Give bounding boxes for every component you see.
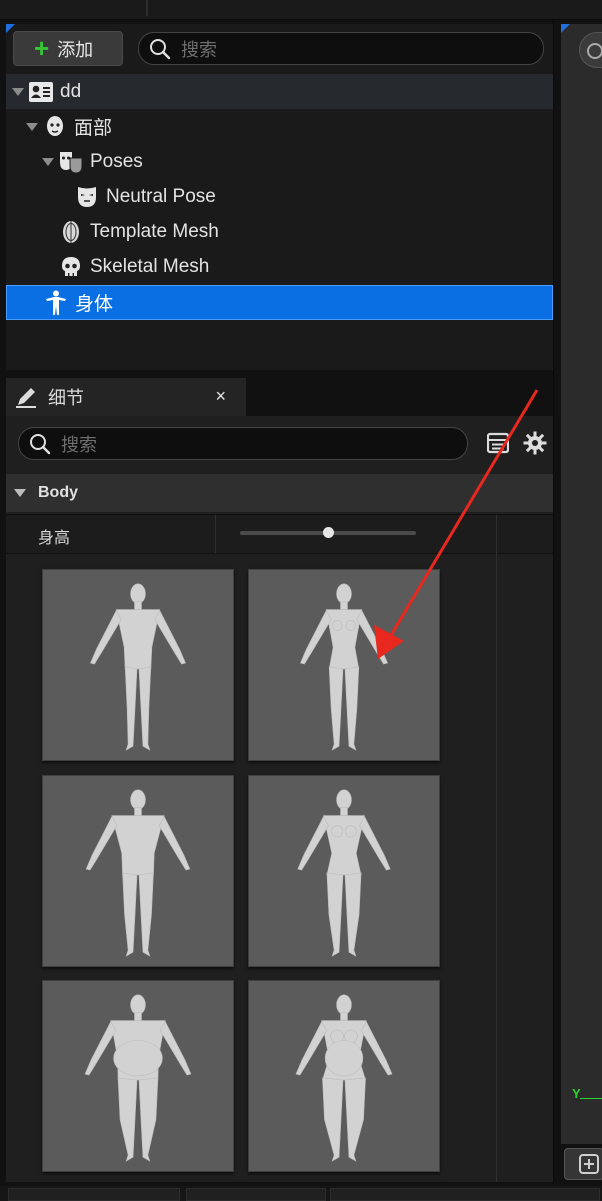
- add-button-label: 添加: [57, 39, 94, 60]
- tree-item-label: Template Mesh: [90, 220, 219, 242]
- viewport-add-button[interactable]: [564, 1148, 602, 1180]
- status-segment: [8, 1188, 180, 1201]
- tree-item-dd[interactable]: dd: [6, 74, 553, 109]
- tree-item-neutral-pose[interactable]: Neutral Pose: [6, 179, 553, 214]
- toolbar-separator: [146, 0, 148, 16]
- tree-item-template-mesh[interactable]: Template Mesh: [6, 214, 553, 249]
- skull-icon: [58, 254, 84, 280]
- tree-item-face[interactable]: 面部: [6, 109, 553, 144]
- body-preset-male-athletic[interactable]: [42, 775, 234, 967]
- search-icon: [30, 433, 51, 454]
- add-button[interactable]: + 添加: [13, 31, 123, 66]
- top-toolbar: [0, 0, 602, 20]
- status-segment: [330, 1188, 600, 1201]
- body-preset-female-heavy[interactable]: [248, 980, 440, 1172]
- face-head-icon: [42, 114, 68, 140]
- tree-item-label: Neutral Pose: [106, 185, 216, 207]
- height-slider-handle[interactable]: [322, 527, 334, 538]
- close-icon[interactable]: ×: [215, 386, 226, 407]
- tree-item-label: 面部: [74, 118, 113, 139]
- status-segment: [186, 1188, 326, 1201]
- search-placeholder: 搜索: [181, 39, 217, 60]
- section-title: Body: [38, 484, 78, 501]
- viewport[interactable]: [561, 24, 602, 1144]
- expand-arrow-icon[interactable]: [12, 87, 24, 96]
- search-placeholder: 搜索: [61, 434, 97, 455]
- tree-item-body[interactable]: 身体: [6, 285, 553, 320]
- character-card-icon: [28, 79, 54, 105]
- search-icon: [150, 38, 171, 59]
- axis-label: Y: [572, 1086, 581, 1101]
- tree-item-label: Skeletal Mesh: [90, 255, 210, 277]
- expand-arrow-icon[interactable]: [42, 157, 54, 166]
- tree-item-label: 身体: [75, 294, 114, 315]
- body-figure-icon: [43, 290, 69, 316]
- body-preset-male-heavy[interactable]: [42, 980, 234, 1172]
- tab-label: 细节: [48, 388, 84, 408]
- head-mesh-icon: [58, 219, 84, 245]
- circle-icon: [587, 43, 602, 59]
- theater-masks-icon: [58, 149, 84, 175]
- pencil-edit-icon: [16, 388, 36, 408]
- add-square-icon: [579, 1154, 599, 1174]
- outliner-search-input[interactable]: 搜索: [138, 32, 544, 65]
- axis-gizmo-line: [580, 1098, 602, 1099]
- panel-splitter[interactable]: [553, 20, 554, 1182]
- tree-item-skeletal-mesh[interactable]: Skeletal Mesh: [6, 249, 553, 284]
- height-label: 身高: [38, 530, 71, 547]
- column-divider[interactable]: [215, 515, 216, 553]
- tree-item-poses[interactable]: Poses: [6, 144, 553, 179]
- tab-details[interactable]: 细节 ×: [6, 378, 246, 416]
- expand-arrow-icon[interactable]: [26, 122, 38, 131]
- plus-icon: +: [34, 32, 50, 63]
- status-bar: [0, 1186, 602, 1201]
- mask-icon: [74, 184, 100, 210]
- tree-item-label: Poses: [90, 150, 143, 172]
- body-preset-male-average[interactable]: [42, 569, 234, 761]
- collapse-arrow-icon[interactable]: [14, 489, 26, 497]
- tree-item-label: dd: [60, 80, 82, 102]
- panel-corner-marker: [561, 24, 570, 33]
- body-preset-female-athletic[interactable]: [248, 775, 440, 967]
- annotation-arrow-icon: [374, 389, 539, 659]
